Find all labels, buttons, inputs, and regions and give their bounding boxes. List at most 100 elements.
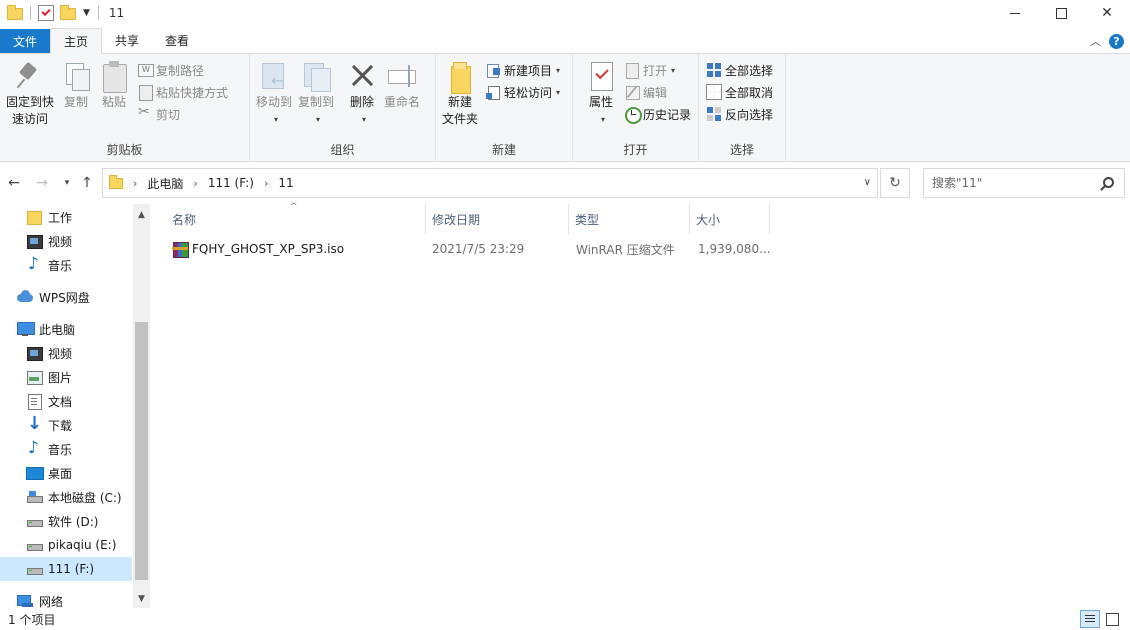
drive-icon [26, 537, 43, 553]
open-button[interactable]: 打开 ▾ [624, 61, 691, 79]
column-header-name[interactable]: 名称 ^ [166, 202, 426, 234]
properties-quick-icon[interactable] [38, 5, 54, 21]
history-button[interactable]: 历史记录 [624, 105, 691, 124]
new-folder-label-line1: 新建 [448, 95, 473, 109]
column-type-label: 类型 [575, 212, 600, 227]
scroll-down-arrow-icon[interactable]: ▼ [133, 590, 150, 607]
nav-item-label: 音乐 [48, 442, 73, 457]
minimize-button[interactable] [992, 0, 1038, 26]
scroll-up-arrow-icon[interactable]: ▲ [133, 206, 150, 223]
column-header-size[interactable]: 大小 [690, 204, 770, 234]
file-name: FQHY_GHOST_XP_SP3.iso [192, 242, 345, 256]
search-input[interactable] [932, 176, 1097, 190]
collapse-ribbon-chevron-icon[interactable]: ︿ [1090, 33, 1101, 49]
nav-item-work[interactable]: 工作 [0, 205, 132, 229]
tab-file[interactable]: 文件 [0, 29, 51, 53]
scrollbar-thumb[interactable] [135, 322, 148, 580]
nav-item-label: 文档 [48, 394, 73, 409]
nav-item-label: 此电脑 [39, 322, 76, 337]
divider [30, 6, 31, 20]
forward-arrow-icon[interactable]: → [30, 171, 54, 195]
invert-selection-button[interactable]: 反向选择 [706, 105, 773, 123]
nav-item-pictures[interactable]: 图片 [0, 365, 132, 389]
nav-item-downloads[interactable]: 下载 [0, 413, 132, 437]
nav-item-drive-e[interactable]: pikaqiu (E:) [0, 533, 132, 557]
copy-to-label: 复制到 [298, 95, 335, 109]
file-modified: 2021/7/5 23:29 [432, 242, 525, 256]
breadcrumb-this-pc[interactable]: 此电脑 [147, 175, 183, 192]
nav-item-label: pikaqiu (E:) [48, 538, 117, 552]
open-group: 属性 ▾ 打开 ▾ 编辑 历史记录 打开 [573, 54, 699, 162]
maximize-button[interactable] [1038, 0, 1084, 26]
search-icon[interactable] [1103, 177, 1114, 188]
nav-item-label: 网络 [39, 594, 64, 609]
cut-button[interactable]: 剪切 [137, 104, 228, 123]
nav-item-documents[interactable]: 文档 [0, 389, 132, 413]
nav-item-desktop[interactable]: 桌面 [0, 461, 132, 485]
new-folder-quick-icon[interactable] [60, 5, 76, 21]
paste-shortcut-label: 粘贴快捷方式 [156, 85, 229, 100]
select-none-button[interactable]: 全部取消 [706, 83, 773, 101]
delete-label: 删除 [350, 95, 375, 109]
large-icons-view-icon[interactable] [1102, 610, 1122, 628]
pin-icon [14, 60, 46, 92]
nav-item-this-pc[interactable]: 此电脑 [0, 317, 132, 341]
help-icon[interactable]: ? [1109, 33, 1124, 49]
properties-icon [585, 60, 617, 92]
quick-access-toolbar: ▼ [0, 0, 103, 26]
folder-icon [26, 209, 42, 225]
file-type: WinRAR 压缩文件 [576, 242, 675, 257]
open-label: 打开 [643, 63, 668, 78]
nav-item-videos[interactable]: 视频 [0, 341, 132, 365]
address-bar[interactable]: › 此电脑 › 111 (F:) › 11 ∨ [102, 168, 878, 198]
up-arrow-icon[interactable]: ↑ [75, 171, 99, 195]
tab-home[interactable]: 主页 [50, 28, 103, 54]
ribbon-tabs: 文件 主页 共享 查看 [0, 28, 1130, 54]
nav-scrollbar[interactable]: ▲ ▼ [133, 204, 150, 608]
nav-item-wps-cloud[interactable]: WPS网盘 [0, 285, 132, 309]
breadcrumb-folder-11[interactable]: 11 [278, 176, 293, 190]
refresh-icon[interactable]: ↻ [880, 168, 910, 198]
new-item-icon [485, 62, 501, 78]
nav-item-drive-d[interactable]: 软件 (D:) [0, 509, 132, 533]
column-header-type[interactable]: 类型 [569, 204, 690, 234]
edit-button[interactable]: 编辑 [624, 83, 691, 101]
close-button[interactable]: ✕ [1084, 0, 1130, 26]
nav-item-drive-f[interactable]: 111 (F:) [0, 557, 132, 581]
table-row[interactable]: FQHY_GHOST_XP_SP3.iso 2021/7/5 23:29 Win… [166, 238, 776, 260]
nav-item-drive-c[interactable]: 本地磁盘 (C:) [0, 485, 132, 509]
clipboard-group-label: 剪贴板 [106, 143, 143, 157]
edit-icon [624, 84, 640, 100]
paste-shortcut-button[interactable]: 粘贴快捷方式 [137, 83, 228, 101]
address-dropdown-chevron-icon[interactable]: ∨ [864, 177, 871, 188]
system-drive-icon [26, 489, 43, 505]
breadcrumb-separator-icon[interactable]: › [133, 177, 137, 190]
column-header-modified[interactable]: 修改日期 [426, 204, 569, 234]
breadcrumb-drive-f[interactable]: 111 (F:) [208, 176, 254, 190]
tab-share[interactable]: 共享 [102, 28, 152, 53]
copy-path-button[interactable]: 复制路径 [137, 61, 228, 79]
cut-label: 剪切 [156, 107, 181, 122]
easy-access-button[interactable]: 轻松访问 ▾ [485, 83, 560, 101]
select-all-label: 全部选择 [725, 63, 774, 78]
select-none-label: 全部取消 [725, 85, 774, 100]
nav-item-music[interactable]: 音乐 [0, 437, 132, 461]
breadcrumb-separator-icon[interactable]: › [193, 177, 197, 190]
pin-label-line2: 速访问 [12, 112, 49, 126]
breadcrumb-separator-icon[interactable]: › [264, 177, 268, 190]
back-arrow-icon[interactable]: ← [2, 171, 26, 195]
column-size-label: 大小 [696, 212, 721, 227]
customize-toolbar-dropdown[interactable]: ▼ [83, 8, 90, 18]
history-icon [624, 106, 642, 124]
tab-view[interactable]: 查看 [152, 28, 202, 53]
new-item-button[interactable]: 新建项目 ▾ [485, 61, 560, 79]
nav-item-label: 音乐 [48, 258, 73, 273]
nav-item-music-quick[interactable]: 音乐 [0, 253, 132, 277]
nav-item-label: 视频 [48, 346, 73, 361]
chevron-down-icon: ▾ [316, 115, 321, 124]
details-view-icon[interactable] [1080, 610, 1100, 628]
select-all-button[interactable]: 全部选择 [706, 61, 773, 79]
scissors-icon [137, 104, 153, 122]
new-group: 新建 文件夹 新建项目 ▾ 轻松访问 ▾ 新建 [436, 54, 573, 162]
nav-item-videos-quick[interactable]: 视频 [0, 229, 132, 253]
